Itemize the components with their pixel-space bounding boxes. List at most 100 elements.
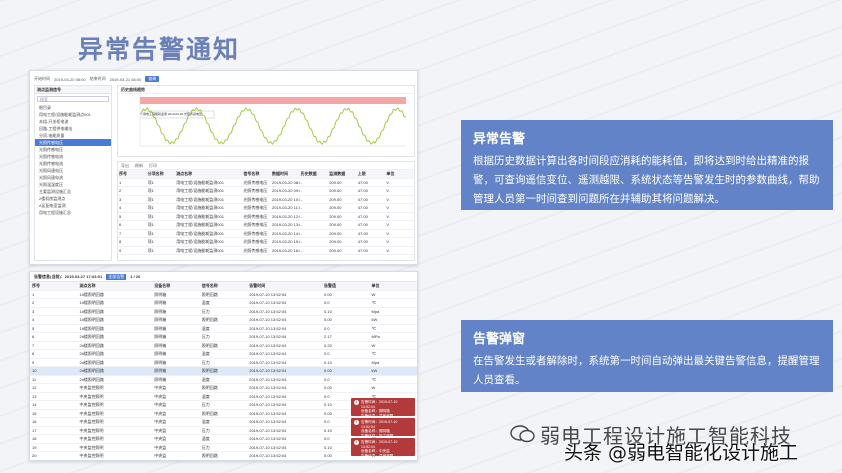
table-cell: 压力 (201, 359, 210, 365)
wechat-icon (510, 425, 535, 443)
tree-item[interactable]: 光照传感电压 (35, 139, 111, 146)
alarm-popup[interactable]: ! 告警时间：2019-07-10 13:52:04 设备名称：照明箱 告警信息：压力… (351, 418, 415, 438)
table-row[interactable]: 5 1#楼照明回路 照明箱 温度 2019-07-10 13:52:04 0.0 ℃ (30, 325, 417, 333)
table-cell: 5 (119, 213, 122, 219)
all-alarms-tab[interactable]: 全部告警 (106, 273, 127, 280)
alarm-popup[interactable]: ! 告警时间：2019-07-10 13:52:04 设备名称：照明箱 告警信息：温度… (351, 398, 415, 418)
chart-title: 历史曲线趋势 (118, 86, 414, 94)
tree-item[interactable]: 回路-工程供电输出 (35, 125, 111, 132)
tree-item[interactable]: 用电工程设施汇总 (35, 209, 111, 216)
tree-item[interactable]: 光照风速电压 (35, 167, 111, 174)
toolbar-button[interactable]: 打印 (149, 162, 157, 169)
table-cell: 压力 (201, 427, 210, 433)
limit-band (140, 97, 406, 104)
table-row[interactable]: 7 2#楼照明回路 照明箱 照明回路 2019-07-10 13:52:04 0.20 W (30, 342, 417, 350)
table-row[interactable]: 9 项1 用电工程/设施能耗监测001 光照传感电压 2019-03-20 16:00-… (118, 247, 414, 255)
toolbar-button[interactable]: 导出 (121, 162, 129, 169)
table-cell: 2019-07-10 13:52:04 (249, 334, 287, 339)
table-cell: - (300, 188, 302, 193)
toolbar-button[interactable]: 刷新 (135, 162, 143, 169)
popup-line: 告警信息：温度超限 (361, 453, 394, 458)
table-cell: 项1 (147, 196, 154, 202)
table-row[interactable]: 10 2#楼照明回路 照明箱 照明回路 2019-07-10 13:52:04 0.00 k… (30, 367, 417, 376)
table-row[interactable]: 2 1#楼照明回路 照明箱 温度 2019-07-10 13:52:04 0.0 ℃ (30, 299, 417, 308)
table-row[interactable]: 6 项1 用电工程/设施能耗监测001 光照传感电压 2019-03-20 13:00-… (118, 221, 414, 230)
tree-item[interactable]: 光照温湿度压 (35, 181, 111, 188)
table-cell: 项1 (147, 239, 154, 244)
table-cell: 0.0 (324, 300, 330, 305)
table-row[interactable]: 1 1#楼照明回路 照明箱 照明回路 2019-07-10 13:52:04 0.00 W (30, 291, 417, 299)
tree-item[interactable]: 光照风速电流 (35, 174, 111, 181)
tree-item[interactable]: 用电工程/设施能耗监测点001 (35, 111, 111, 118)
curve-svg: 用电工程能耗监测 2019-03-20 光照传感电压 (139, 97, 407, 147)
table-row[interactable]: 5 项1 用电工程/设施能耗监测001 光照传感电压 2019-03-20 12:00-… (118, 213, 414, 221)
table-row[interactable]: 12 中央监控照明 中央监 照明回路 2019-07-10 13:52:04 0.00 W (30, 384, 417, 393)
tree-item[interactable]: A区配电室监测 (35, 202, 111, 209)
table-cell: W (371, 342, 376, 348)
table-row[interactable]: 8 项1 用电工程/设施能耗监测001 光照传感电压 2019-03-20 15:00-… (118, 238, 414, 247)
table-cell: kW (371, 368, 378, 373)
table-row[interactable]: 9 2#楼照明回路 照明箱 压力 2019-07-10 13:52:04 0.10 Mpa (30, 359, 417, 367)
table-cell: 中央监 (154, 410, 167, 416)
table-cell: 2019-07-10 13:52:04 (249, 359, 287, 365)
table-cell: 光照传感电压 (243, 179, 268, 185)
table-cell: 18 (32, 436, 37, 441)
query-button[interactable]: 查询 (145, 76, 160, 82)
table-row[interactable]: 4 1#楼照明回路 照明箱 照明回路 2019-07-10 13:52:04 0.00 kW (30, 316, 417, 325)
table-row[interactable]: 1 项1 用电工程/设施能耗监测001 光照传感电压 2019-03-20 08:00-… (118, 179, 414, 187)
table-cell: 47.00 (357, 230, 368, 236)
table-cell: 用电工程/设施能耗监测001 (176, 222, 224, 227)
table-cell: 项1 (147, 213, 154, 219)
table-cell: 光照传感电压 (243, 196, 268, 202)
table-cell: 1 (32, 291, 35, 297)
end-time-input[interactable]: 2019-03-21 08:00 (110, 77, 142, 82)
table-cell: 照明箱 (154, 351, 167, 356)
popup-line: 告警时间：2019-07-10 13:52:04 (361, 400, 398, 409)
popup-line: 告警时间：2019-07-10 13:52:04 (361, 420, 398, 429)
table-cell: 中央监控照明 (79, 436, 104, 441)
table-cell: 项1 (147, 222, 154, 227)
table-cell: Mpa (371, 359, 380, 365)
table-cell: 中央监控照明 (79, 402, 104, 407)
tree-item[interactable]: 2楼机房监测点 (35, 195, 111, 202)
tree-item[interactable]: 光照传感电压 (35, 146, 111, 153)
tree-item[interactable]: 主要监测设施汇总 (35, 188, 111, 195)
tree-item[interactable]: 本组-开关柜电流 (35, 118, 111, 125)
table-cell: 2#楼照明回路 (79, 368, 104, 373)
table-cell: 0.0 (324, 351, 330, 356)
table-row[interactable]: 6 2#楼照明回路 照明箱 压力 2019-07-10 13:52:04 2.17 MPa (30, 333, 417, 342)
table-row[interactable]: 2 项1 用电工程/设施能耗监测001 光照传感电压 2019-03-20 09:00-… (118, 187, 414, 196)
table-cell: 2#楼照明回路 (79, 342, 104, 348)
start-time-input[interactable]: 2019-03-20 08:00 (54, 77, 86, 82)
pager[interactable]: 1 / 20 (130, 274, 140, 279)
table-cell: 2019-07-10 13:52:04 (249, 444, 287, 450)
table-row[interactable]: 7 项1 用电工程/设施能耗监测001 光照传感电压 2019-03-20 14:00-… (118, 230, 414, 238)
table-cell: 照明箱 (154, 334, 167, 339)
table-row[interactable]: 3 1#楼照明回路 照明箱 压力 2019-07-10 13:52:04 0.10 Mpa (30, 308, 417, 316)
column-header: 设备名称 (154, 283, 171, 288)
table-cell: 照明回路 (201, 453, 218, 458)
tree-item[interactable]: 分项-电能质量 (35, 132, 111, 139)
table-cell: 光照传感电压 (243, 205, 268, 210)
tree-search-input[interactable]: 搜索 (37, 96, 109, 102)
tree-item[interactable]: 根目录 (35, 104, 111, 111)
alarm-popup[interactable]: ! 告警时间：2019-07-10 13:52:04 设备名称：中央监 告警信息：温度… (351, 438, 415, 458)
table-cell: 1#楼照明回路 (79, 317, 104, 322)
table-row[interactable]: 4 项1 用电工程/设施能耗监测001 光照传感电压 2019-03-20 11:00-… (118, 204, 414, 213)
table-cell: 1#楼照明回路 (79, 291, 104, 297)
table-cell: V (386, 239, 390, 244)
table-row[interactable]: 11 2#楼照明回路 照明箱 温度 2019-07-10 13:52:04 0.0 ℃ (30, 376, 417, 384)
table-cell: - (300, 196, 302, 202)
table-cell: 中央监控照明 (79, 453, 104, 458)
tree-item[interactable]: 光照传感电流 (35, 153, 111, 160)
table-cell: 光照传感电压 (243, 213, 268, 219)
table-cell: 照明箱 (154, 342, 167, 348)
table-cell: 13 (32, 393, 37, 399)
table-cell: 2019-07-10 13:52:04 (249, 453, 287, 458)
table-cell: W (371, 385, 376, 390)
table-row[interactable]: 3 项1 用电工程/设施能耗监测001 光照传感电压 2019-03-20 10:00-… (118, 196, 414, 204)
table-row[interactable]: 8 2#楼照明回路 照明箱 温度 2019-07-10 13:52:04 0.0 ℃ (30, 350, 417, 359)
tree-item[interactable]: 光照传感电流 (35, 160, 111, 167)
table-cell: 209.00 (329, 188, 342, 193)
alarm-popups: ! 告警时间：2019-07-10 13:52:04 设备名称：照明箱 告警信息：温度… (351, 398, 415, 458)
